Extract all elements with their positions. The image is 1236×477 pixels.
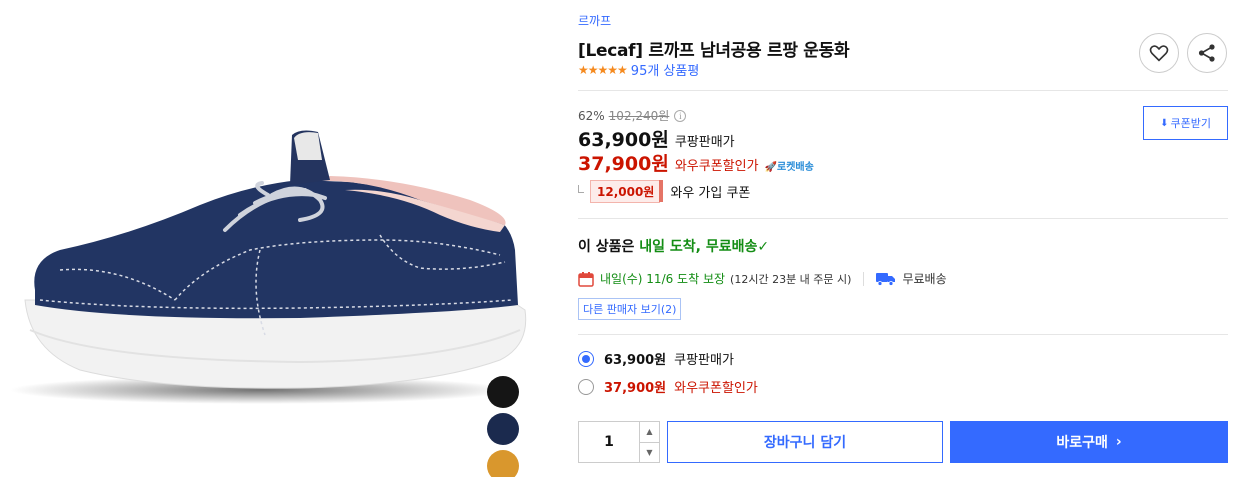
- info-icon[interactable]: i: [674, 109, 687, 122]
- option-label: 쿠팡판매가: [674, 353, 734, 368]
- arrival-row: 내일(수) 11/6 도착 보장 (12시간 23분 내 주문 시) 무료배송: [578, 270, 947, 287]
- wishlist-button[interactable]: [1139, 33, 1179, 73]
- sale-price-row: 63,900원 쿠팡판매가: [578, 125, 735, 152]
- rocket-label: 로켓배송: [777, 162, 814, 173]
- price-option-coupang[interactable]: 63,900원 쿠팡판매가: [578, 349, 734, 368]
- brand-link[interactable]: 르까프: [578, 12, 611, 29]
- coupon-button-label: 쿠폰받기: [1170, 117, 1211, 130]
- product-info: 르까프 [Lecaf] 르까프 남녀공용 르팡 운동화 ★★★★★ 95개 상품…: [578, 0, 1228, 477]
- coupon-amount: 12,000원: [590, 180, 664, 203]
- quantity-up-button[interactable]: ▲: [640, 422, 659, 443]
- review-count-link[interactable]: 95개 상품평: [631, 60, 700, 79]
- color-swatch-mustard[interactable]: [487, 450, 519, 477]
- add-to-cart-button[interactable]: 장바구니 담기: [667, 421, 943, 463]
- color-swatch-navy[interactable]: [487, 413, 519, 445]
- check-icon: ✓: [757, 239, 770, 255]
- price-option-wow[interactable]: 37,900원 와우쿠폰할인가: [578, 377, 758, 396]
- product-image: [0, 0, 560, 477]
- other-sellers-button[interactable]: 다른 판매자 보기(2): [578, 298, 682, 320]
- divider: [578, 90, 1228, 91]
- calendar-icon: [578, 271, 594, 287]
- share-icon: [1198, 44, 1215, 62]
- free-shipping-label: 무료배송: [902, 272, 947, 286]
- quantity-down-button[interactable]: ▼: [640, 443, 659, 463]
- star-rating-icon: ★★★★★: [578, 62, 628, 77]
- separator: [863, 271, 865, 286]
- option-price: 37,900원: [604, 381, 667, 396]
- discount-row: 62% 102,240원 i: [578, 107, 687, 124]
- discount-rate: 62%: [578, 108, 605, 123]
- arrival-date: 내일(수) 11/6 도착 보장: [600, 272, 726, 286]
- coupon-label: 와우 가입 쿠폰: [670, 186, 751, 201]
- delivery-title: 이 상품은 내일 도착, 무료배송✓: [578, 236, 769, 256]
- share-button[interactable]: [1187, 33, 1227, 73]
- coupon-row: 12,000원 와우 가입 쿠폰: [578, 180, 750, 203]
- buy-now-button[interactable]: 바로구매 ›: [950, 421, 1228, 463]
- divider: [578, 218, 1228, 219]
- divider: [578, 334, 1228, 335]
- radio-selected[interactable]: [578, 350, 594, 367]
- corner-line: [578, 184, 584, 193]
- heart-icon: [1149, 45, 1169, 62]
- product-title: [Lecaf] 르까프 남녀공용 르팡 운동화: [578, 41, 850, 61]
- download-coupon-button[interactable]: ⬇ 쿠폰받기: [1143, 106, 1228, 140]
- delivery-highlight: 내일 도착, 무료배송: [639, 239, 758, 255]
- wow-price-row: 37,900원 와우쿠폰할인가 🚀로켓배송: [578, 149, 814, 176]
- sneaker-image: [10, 130, 527, 404]
- rocket-icon: 🚀: [764, 162, 777, 173]
- color-swatch-black[interactable]: [487, 376, 519, 408]
- option-price: 63,900원: [604, 353, 667, 368]
- quantity-stepper: ▲ ▼: [578, 421, 660, 463]
- delivery-title-prefix: 이 상품은: [578, 239, 640, 255]
- chevron-right-icon: ›: [1115, 434, 1122, 450]
- rocket-delivery-badge: 🚀로켓배송: [765, 158, 814, 173]
- quantity-input[interactable]: [579, 422, 639, 462]
- download-icon: ⬇: [1160, 117, 1169, 129]
- sale-price: 63,900원: [578, 129, 669, 151]
- sale-price-label: 쿠팡판매가: [674, 135, 735, 150]
- buy-now-label: 바로구매: [1056, 435, 1108, 451]
- quantity-steps: ▲ ▼: [639, 422, 659, 462]
- radio-unselected[interactable]: [578, 378, 594, 395]
- wow-price: 37,900원: [578, 153, 669, 175]
- option-label: 와우쿠폰할인가: [674, 381, 758, 396]
- rating[interactable]: ★★★★★ 95개 상품평: [578, 60, 700, 80]
- wow-price-label: 와우쿠폰할인가: [674, 159, 759, 174]
- arrival-note: (12시간 23분 내 주문 시): [730, 272, 852, 286]
- truck-icon: [876, 272, 896, 286]
- original-price: 102,240원: [608, 109, 670, 123]
